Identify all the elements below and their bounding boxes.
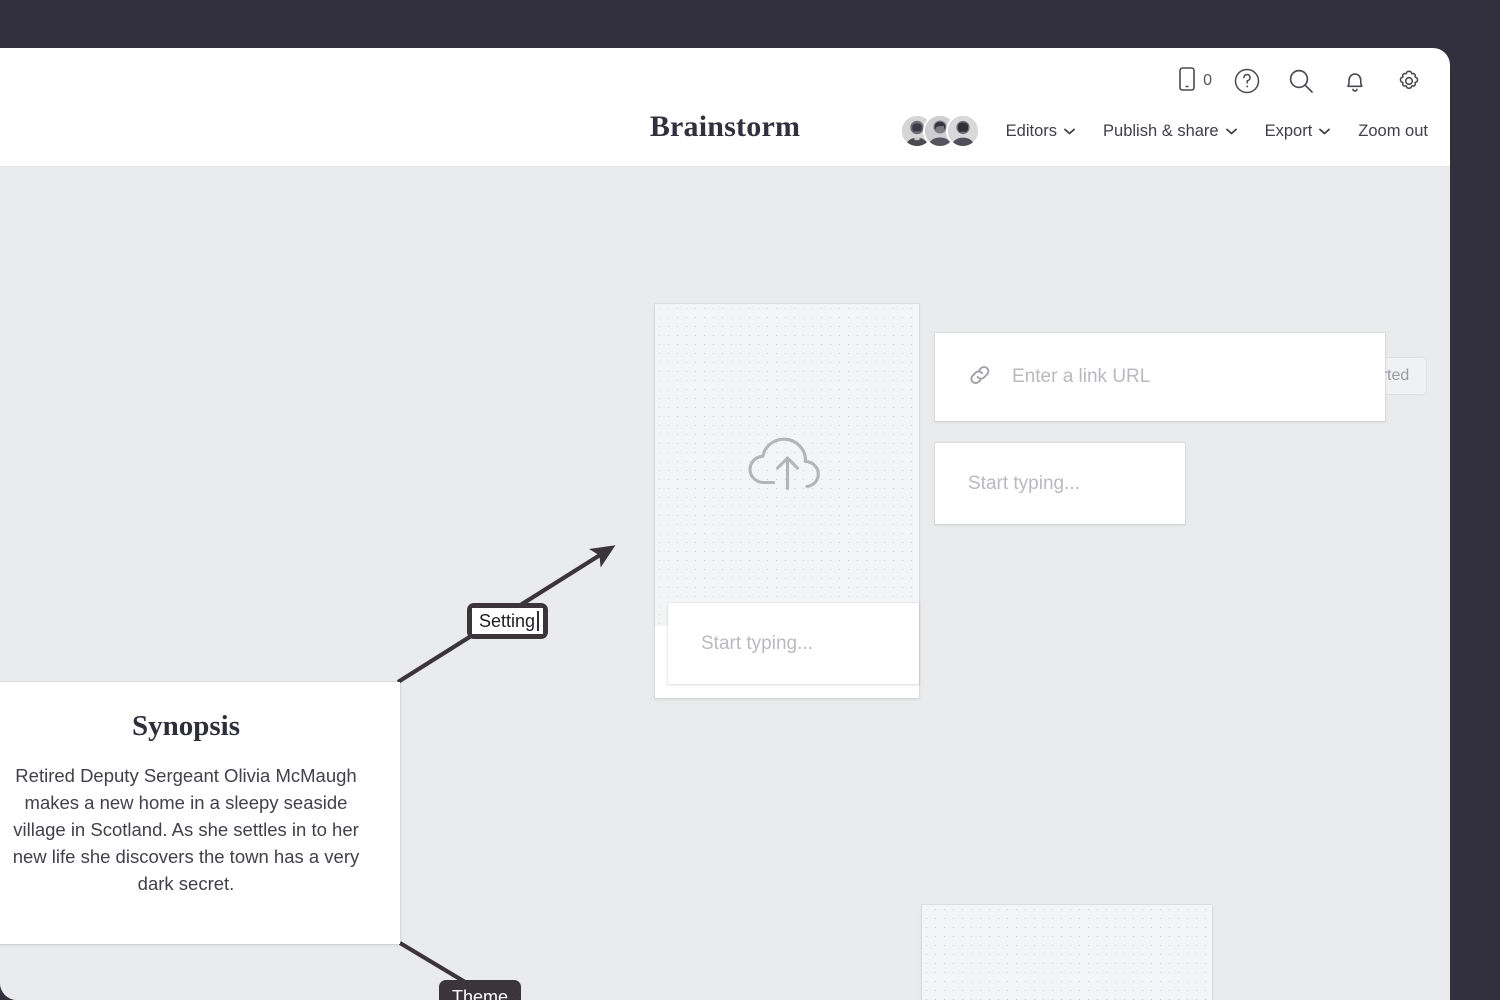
synopsis-title: Synopsis — [131, 710, 240, 742]
editor-avatar-3 — [945, 114, 980, 148]
relation-label-setting-text: Setting — [479, 611, 536, 631]
help-button[interactable] — [1226, 60, 1268, 102]
brainstorm-canvas[interactable]: 0 Unsorted Add a caption — [0, 167, 1450, 1000]
image-upload-card-bottom[interactable] — [922, 905, 1212, 1000]
export-dropdown[interactable]: Export — [1251, 116, 1345, 147]
publish-share-label: Publish & share — [1103, 121, 1219, 140]
desktop-backdrop: 0 Brainstorm Editors Publish & share Exp… — [0, 0, 1500, 1000]
text-cursor — [537, 611, 539, 631]
search-icon — [1286, 66, 1316, 96]
zoom-out-button[interactable]: Zoom out — [1344, 116, 1442, 147]
chevron-down-icon — [1319, 128, 1331, 135]
device-preview-button[interactable]: 0 — [1176, 66, 1214, 97]
header-actions: Editors Publish & share Export Zoom out — [899, 104, 1442, 158]
text-card-left[interactable]: Start typing... — [668, 603, 919, 684]
chevron-down-icon — [1064, 128, 1075, 135]
relation-label-theme[interactable]: Theme — [439, 980, 522, 1000]
editors-dropdown[interactable]: Editors — [992, 116, 1089, 147]
document-header: Brainstorm Editors Publish & share Expor… — [0, 104, 1450, 168]
synopsis-body: Retired Deputy Sergeant Olivia McMaugh m… — [12, 765, 360, 894]
cloud-upload-icon — [744, 430, 830, 501]
chevron-down-icon — [1225, 128, 1237, 135]
editors-label: Editors — [1005, 121, 1058, 140]
export-label: Export — [1264, 121, 1313, 140]
text-card-right-placeholder: Start typing... — [968, 472, 1080, 494]
app-window: 0 Brainstorm Editors Publish & share Exp… — [0, 48, 1450, 1000]
notifications-button[interactable] — [1334, 60, 1376, 102]
publish-share-dropdown[interactable]: Publish & share — [1089, 116, 1251, 147]
image-upload-dropzone[interactable] — [655, 304, 919, 626]
search-button[interactable] — [1280, 60, 1322, 102]
gear-icon — [1395, 67, 1423, 95]
image-upload-dropzone-bottom[interactable] — [922, 905, 1212, 1000]
synopsis-card[interactable]: Synopsis Retired Deputy Sergeant Olivia … — [0, 682, 400, 944]
mobile-device-icon — [1176, 66, 1198, 97]
editor-avatars[interactable] — [899, 114, 980, 148]
link-icon — [967, 362, 993, 393]
settings-button[interactable] — [1388, 60, 1430, 102]
relation-label-setting[interactable]: Setting — [467, 603, 548, 639]
zoom-out-label: Zoom out — [1358, 121, 1428, 140]
text-card-right[interactable]: Start typing... — [935, 443, 1185, 524]
link-url-placeholder: Enter a link URL — [1012, 366, 1151, 387]
link-url-card[interactable]: Enter a link URL — [935, 333, 1385, 421]
relation-label-theme-text: Theme — [452, 987, 509, 1000]
relation-label-setting-input[interactable]: Setting — [472, 608, 543, 634]
bell-icon — [1342, 67, 1368, 95]
top-icon-bar: 0 — [1176, 58, 1430, 104]
question-circle-icon — [1233, 67, 1261, 95]
device-count: 0 — [1203, 72, 1212, 89]
text-card-left-placeholder: Start typing... — [701, 632, 813, 654]
